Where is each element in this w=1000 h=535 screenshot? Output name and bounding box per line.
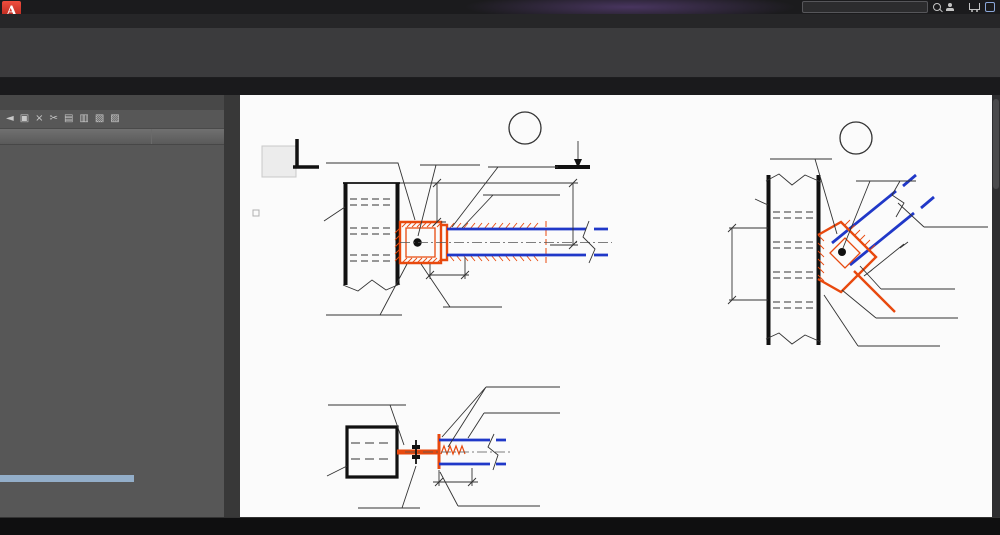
detail-bubble: [509, 112, 541, 144]
file-tab-bar: [0, 78, 1000, 95]
panel-empty-area: [0, 145, 224, 517]
new-project-icon[interactable]: ▧: [95, 111, 104, 127]
bolt-symbol: [838, 248, 846, 256]
properties-icon[interactable]: ▨: [110, 111, 119, 127]
ribbon-tab-bar: [0, 14, 1000, 28]
detail-3: [728, 122, 988, 346]
autocad-logo-icon[interactable]: A: [2, 1, 21, 14]
search-icon[interactable]: [933, 3, 941, 11]
ucs-icon: [253, 210, 259, 216]
cut-icon[interactable]: ✂: [50, 111, 58, 127]
exchange-apps-icon[interactable]: [985, 2, 995, 12]
collapse-icon[interactable]: ◄: [6, 111, 14, 127]
section-line-b-right: [555, 141, 590, 168]
spds-panel: ◄ ▣ × ✂ ▤ ▥ ▧ ▨: [0, 95, 224, 517]
panel-title: [0, 95, 224, 110]
user-icon: [946, 3, 954, 11]
drawing-area[interactable]: [240, 95, 992, 517]
column-name-header[interactable]: [0, 129, 152, 144]
section-line-b-left: [293, 139, 319, 167]
title-bar: A: [0, 0, 1000, 14]
panel-scrollbar[interactable]: [0, 475, 134, 482]
detail-2: [324, 112, 612, 315]
bottom-bar: [0, 517, 1000, 535]
autocad-window: { "colors":{"accent_orange":"#e8490e","b…: [0, 0, 1000, 534]
palette-side-tabs: [224, 95, 240, 517]
window-title: [495, 2, 505, 12]
view-compass[interactable]: [253, 146, 296, 216]
column-designation-header[interactable]: [152, 129, 224, 144]
app-store-cart-icon[interactable]: [969, 3, 980, 10]
panel-column-headers: [0, 129, 224, 145]
delete-icon[interactable]: ×: [35, 111, 43, 127]
paste-icon[interactable]: ▥: [79, 111, 88, 127]
scrollbar-thumb[interactable]: [993, 99, 999, 189]
compass-view-box[interactable]: [262, 146, 296, 177]
drawing-canvas[interactable]: [240, 95, 992, 517]
canvas-scrollbar[interactable]: [992, 95, 1000, 517]
ribbon: [0, 28, 1000, 78]
detail-bubble: [840, 122, 872, 154]
help-search-input[interactable]: [802, 1, 928, 13]
ribbon-options-icon[interactable]: [26, 14, 38, 28]
section-bb: [327, 387, 560, 508]
copy-icon[interactable]: ▤: [64, 111, 73, 127]
panel-toolbar: ◄ ▣ × ✂ ▤ ▥ ▧ ▨: [0, 110, 224, 129]
panel-view-icon[interactable]: ▣: [20, 111, 29, 127]
